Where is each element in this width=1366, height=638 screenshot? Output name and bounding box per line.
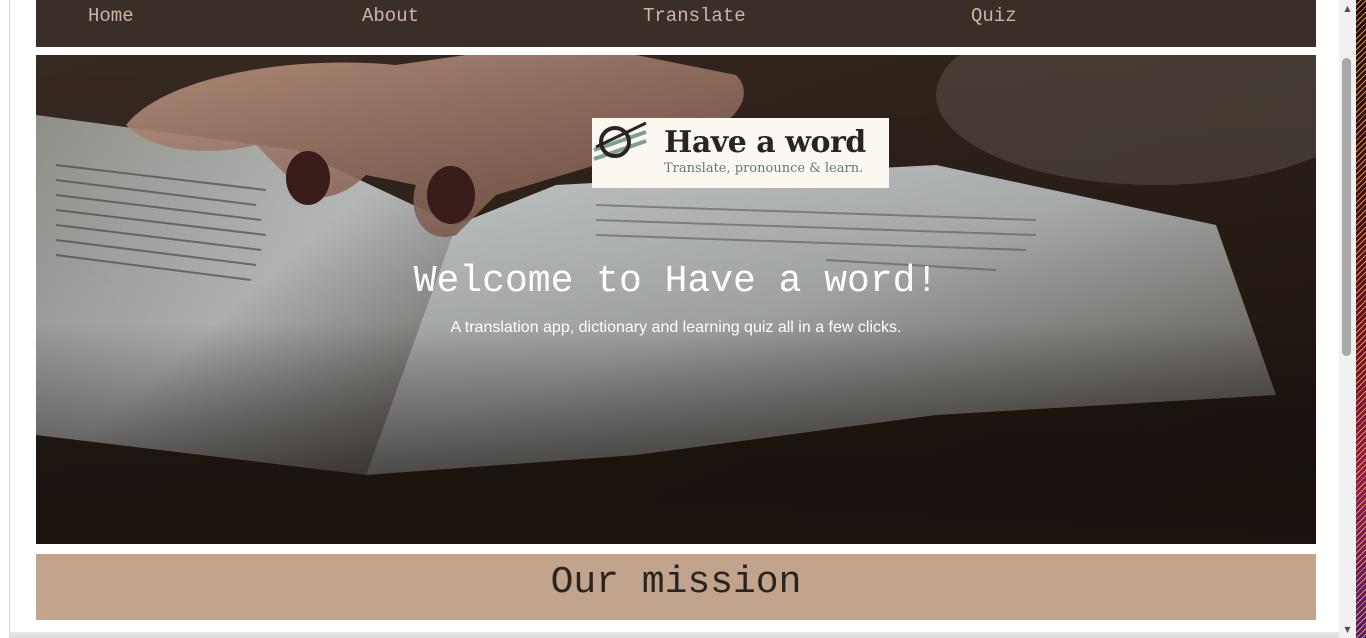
logo-icon: [593, 121, 647, 161]
browser-viewport: Home About Translate Quiz Have a word Tr…: [0, 0, 1366, 638]
mission-section: Our mission: [36, 554, 1316, 620]
logo-tagline: Translate, pronounce & learn.: [664, 161, 864, 176]
scroll-up-arrow-icon[interactable]: ▲: [1339, 0, 1356, 17]
scrollbar-thumb[interactable]: [1342, 58, 1351, 356]
nav-link-translate[interactable]: Translate: [643, 5, 746, 27]
desktop-wallpaper-edge: [1356, 0, 1366, 638]
top-navbar: Home About Translate Quiz: [36, 0, 1316, 47]
desktop-edge-glyph: [5, 588, 9, 598]
hero-subheading: A translation app, dictionary and learni…: [450, 319, 902, 336]
nav-link-home[interactable]: Home: [88, 5, 134, 27]
scroll-down-arrow-icon[interactable]: ▼: [1339, 621, 1356, 638]
page-bottom-edge: [10, 632, 1339, 638]
logo-card[interactable]: Have a word Translate, pronounce & learn…: [592, 118, 889, 188]
hero-heading: Welcome to Have a word!: [413, 260, 939, 303]
vertical-scrollbar[interactable]: ▲ ▼: [1339, 0, 1356, 638]
hero-section: Have a word Translate, pronounce & learn…: [36, 55, 1316, 544]
mission-title: Our mission: [550, 561, 802, 604]
desktop-left-edge: [0, 0, 10, 638]
nav-link-about[interactable]: About: [362, 5, 419, 27]
nav-link-quiz[interactable]: Quiz: [971, 5, 1017, 27]
logo-title: Have a word: [664, 125, 866, 160]
